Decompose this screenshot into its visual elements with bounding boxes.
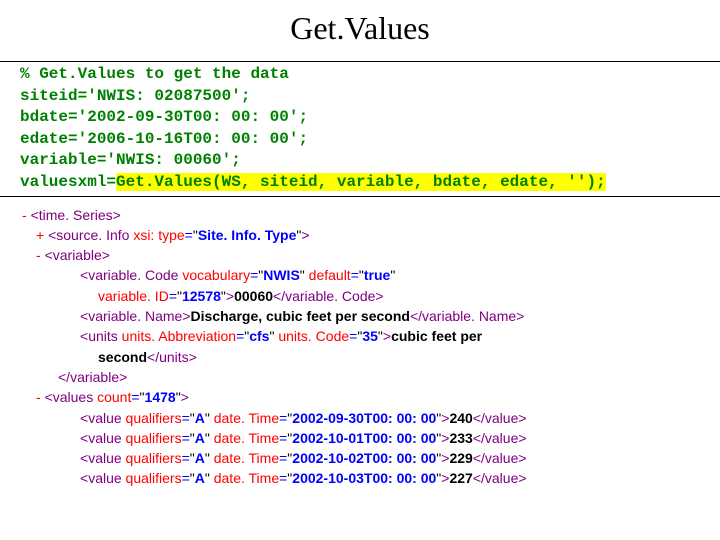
code-block: % Get.Values to get the data siteid='NWI… xyxy=(0,61,720,197)
code-line: variable='NWIS: 00060'; xyxy=(20,150,700,172)
xml-line: - <time. Series> xyxy=(22,205,720,225)
xml-line: <units units. Abbreviation="cfs" units. … xyxy=(22,326,720,346)
xml-value-row: <value qualifiers="A" date. Time="2002-0… xyxy=(22,408,720,428)
page-title: Get.Values xyxy=(0,10,720,47)
xml-value-row: <value qualifiers="A" date. Time="2002-1… xyxy=(22,448,720,468)
xml-value-row: <value qualifiers="A" date. Time="2002-1… xyxy=(22,428,720,448)
code-line: siteid='NWIS: 02087500'; xyxy=(20,86,700,108)
highlight: Get.Values(WS, siteid, variable, bdate, … xyxy=(116,173,606,191)
xml-line: + <source. Info xsi: type="Site. Info. T… xyxy=(22,225,720,245)
xml-line: - <values count="1478"> xyxy=(22,387,720,407)
xml-line: <variable. Name>Discharge, cubic feet pe… xyxy=(22,306,720,326)
xml-line: - <variable> xyxy=(22,245,720,265)
code-line: edate='2006-10-16T00: 00: 00'; xyxy=(20,129,700,151)
xml-line: </variable> xyxy=(22,367,720,387)
xml-line: <variable. Code vocabulary="NWIS" defaul… xyxy=(22,265,720,285)
xml-value-row: <value qualifiers="A" date. Time="2002-1… xyxy=(22,468,720,488)
xml-block: - <time. Series> + <source. Info xsi: ty… xyxy=(0,199,720,489)
code-line: % Get.Values to get the data xyxy=(20,64,700,86)
xml-line: variable. ID="12578">00060</variable. Co… xyxy=(22,286,720,306)
xml-line: second</units> xyxy=(22,347,720,367)
code-line: valuesxml=Get.Values(WS, siteid, variabl… xyxy=(20,172,700,194)
code-line: bdate='2002-09-30T00: 00: 00'; xyxy=(20,107,700,129)
